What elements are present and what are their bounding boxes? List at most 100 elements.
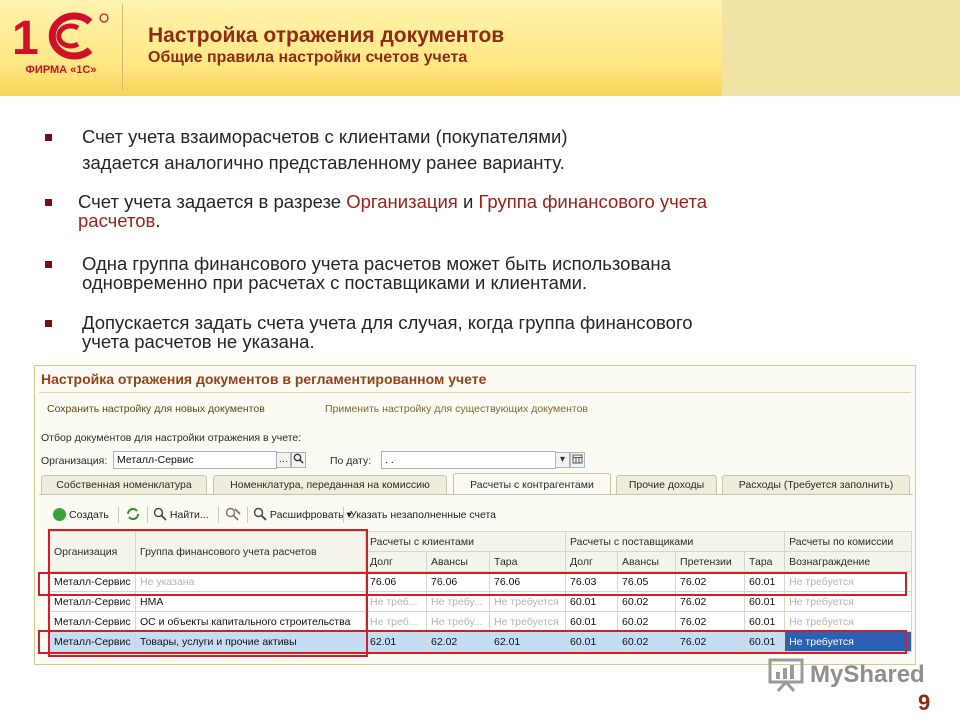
table-row[interactable]: Металл-Сервис ОС и объекты капитального … bbox=[49, 611, 913, 632]
bullet-3-line-2: одновременно при расчетах с поставщиками… bbox=[82, 272, 588, 293]
toolbar-separator bbox=[118, 507, 119, 523]
col-header-group[interactable]: Группа финансового учета расчетов bbox=[135, 531, 366, 572]
cell[interactable]: 76.02 bbox=[675, 631, 746, 652]
table-row-selected[interactable]: Металл-Сервис Товары, услуги и прочие ак… bbox=[49, 631, 913, 652]
title-divider bbox=[39, 392, 911, 393]
tab-expenses[interactable]: Расходы (Требуется заполнить) bbox=[722, 475, 910, 494]
table-row[interactable]: Металл-Сервис Не указана 76.06 76.06 76.… bbox=[49, 571, 913, 592]
bullet-marker bbox=[45, 199, 52, 206]
cell[interactable]: 76.06 bbox=[426, 571, 490, 592]
toolbar-separator bbox=[147, 507, 148, 523]
cell[interactable]: 60.02 bbox=[617, 591, 677, 612]
bullet-4-line-1: Допускается задать счета учета для случа… bbox=[82, 312, 693, 333]
cell[interactable]: 76.02 bbox=[675, 571, 746, 592]
tab-commission-nomenclature[interactable]: Номенклатура, переданная на комиссию bbox=[213, 475, 447, 494]
cell[interactable]: 76.05 bbox=[617, 571, 677, 592]
cell[interactable]: Не треб... bbox=[365, 591, 427, 612]
page-subtitle: Общие правила настройки счетов учета bbox=[148, 49, 468, 66]
date-label: По дату: bbox=[330, 455, 372, 467]
cell[interactable]: 62.01 bbox=[365, 631, 427, 652]
decode-button[interactable]: Расшифровать ▾ bbox=[253, 506, 352, 524]
col-header-suppliers[interactable]: Расчеты с поставщиками bbox=[565, 531, 786, 552]
cell-group[interactable]: Не указана bbox=[135, 571, 366, 592]
sub-header[interactable]: Авансы bbox=[617, 551, 677, 572]
cell[interactable]: Не требуется bbox=[488, 591, 567, 612]
cell[interactable]: 62.02 bbox=[426, 631, 490, 652]
sub-header[interactable]: Вознаграждение bbox=[784, 551, 913, 572]
cell[interactable]: 60.01 bbox=[744, 571, 786, 592]
bullet-marker bbox=[45, 320, 52, 327]
dropdown-arrow-icon[interactable]: ▾ bbox=[555, 452, 570, 468]
plus-circle-icon bbox=[53, 508, 66, 521]
org-select-button[interactable]: … bbox=[276, 452, 291, 468]
sub-header[interactable]: Претензии bbox=[675, 551, 746, 572]
magnifier-icon[interactable] bbox=[291, 452, 306, 468]
cell[interactable]: Не треб... bbox=[365, 611, 427, 632]
calendar-icon[interactable] bbox=[570, 452, 585, 468]
bullet-2-line-1: Счет учета задается в разрезе Организаци… bbox=[78, 191, 708, 212]
page-number: 9 bbox=[918, 690, 931, 715]
cell-current[interactable]: Не требуется bbox=[784, 631, 913, 652]
cell-organization[interactable]: Металл-Сервис bbox=[49, 591, 136, 612]
tab-settlements[interactable]: Расчеты с контрагентами bbox=[453, 473, 611, 494]
cell-organization[interactable]: Металл-Сервис bbox=[49, 611, 136, 632]
bullet-1-line-1: Счет учета взаиморасчетов с клиентами (п… bbox=[82, 126, 568, 147]
cell-group[interactable]: НМА bbox=[135, 591, 366, 612]
tab-own-nomenclature[interactable]: Собственная номенклатура bbox=[41, 475, 207, 494]
cell[interactable]: 60.01 bbox=[744, 591, 786, 612]
firm-1c-logo: 1 ФИРМА «1С» bbox=[8, 8, 114, 90]
refresh-button[interactable] bbox=[125, 506, 141, 524]
sub-header[interactable]: Тара bbox=[488, 551, 567, 572]
cell[interactable]: Не требуется bbox=[784, 591, 913, 612]
cell[interactable]: 76.06 bbox=[488, 571, 567, 592]
fill-empty-accounts-button[interactable]: Указать незаполненные счета bbox=[350, 506, 496, 524]
table-row[interactable]: Металл-Сервис НМА Не треб... Не требу...… bbox=[49, 591, 913, 612]
save-settings-command[interactable]: Сохранить настройку для новых документов bbox=[47, 403, 265, 415]
tab-other-income[interactable]: Прочие доходы bbox=[616, 475, 717, 494]
cell[interactable]: 60.01 bbox=[565, 631, 619, 652]
tab-underline bbox=[39, 494, 913, 495]
cell[interactable]: 76.02 bbox=[675, 611, 746, 632]
cell-group[interactable]: Товары, услуги и прочие активы bbox=[135, 631, 366, 652]
toolbar-separator bbox=[247, 507, 248, 523]
cell[interactable]: Не требуется bbox=[784, 611, 913, 632]
bullet-4: Допускается задать счета учета для случа… bbox=[45, 312, 693, 352]
cell[interactable]: Не требуется bbox=[784, 571, 913, 592]
sub-header[interactable]: Тара bbox=[744, 551, 786, 572]
toolbar-separator bbox=[343, 507, 344, 523]
cell[interactable]: 60.02 bbox=[617, 611, 677, 632]
cell[interactable]: 76.03 bbox=[565, 571, 619, 592]
org-input[interactable]: Металл-Сервис bbox=[113, 451, 277, 469]
cell[interactable]: Не требу... bbox=[426, 611, 490, 632]
sub-header[interactable]: Долг bbox=[565, 551, 619, 572]
col-header-organization[interactable]: Организация bbox=[49, 531, 136, 572]
cell[interactable]: 76.02 bbox=[675, 591, 746, 612]
cell[interactable]: 76.06 bbox=[365, 571, 427, 592]
date-input[interactable]: . . bbox=[381, 451, 556, 469]
clear-search-button[interactable] bbox=[225, 506, 241, 524]
cell-organization[interactable]: Металл-Сервис bbox=[49, 631, 136, 652]
cell[interactable]: Не требуется bbox=[488, 611, 567, 632]
highlight-group: Группа финансового учета bbox=[478, 191, 708, 212]
cell-organization[interactable]: Металл-Сервис bbox=[49, 571, 136, 592]
sub-header[interactable]: Долг bbox=[365, 551, 427, 572]
cell[interactable]: 60.01 bbox=[744, 611, 786, 632]
col-header-clients[interactable]: Расчеты с клиентами bbox=[364, 531, 567, 552]
apply-settings-command[interactable]: Применить настройку для существующих док… bbox=[325, 403, 588, 415]
create-button[interactable]: Создать bbox=[53, 506, 109, 524]
cell[interactable]: 60.01 bbox=[744, 631, 786, 652]
cell[interactable]: Не требу... bbox=[426, 591, 490, 612]
table-header-row: Организация Группа финансового учета рас… bbox=[49, 531, 913, 572]
sub-header[interactable]: Авансы bbox=[426, 551, 490, 572]
cell[interactable]: 60.01 bbox=[565, 611, 619, 632]
col-header-commission[interactable]: Расчеты по комиссии bbox=[784, 531, 913, 552]
cell[interactable]: 60.01 bbox=[565, 591, 619, 612]
filter-label: Отбор документов для настройки отражения… bbox=[41, 432, 302, 444]
cell[interactable]: 60.02 bbox=[617, 631, 677, 652]
org-label: Организация: bbox=[41, 455, 108, 467]
cell[interactable]: 62.01 bbox=[488, 631, 567, 652]
cell-group[interactable]: ОС и объекты капитального строительства bbox=[135, 611, 366, 632]
presentation-icon bbox=[768, 658, 804, 692]
find-button[interactable]: Найти... bbox=[153, 506, 209, 524]
bullet-3: Одна группа финансового учета расчетов м… bbox=[45, 253, 671, 293]
